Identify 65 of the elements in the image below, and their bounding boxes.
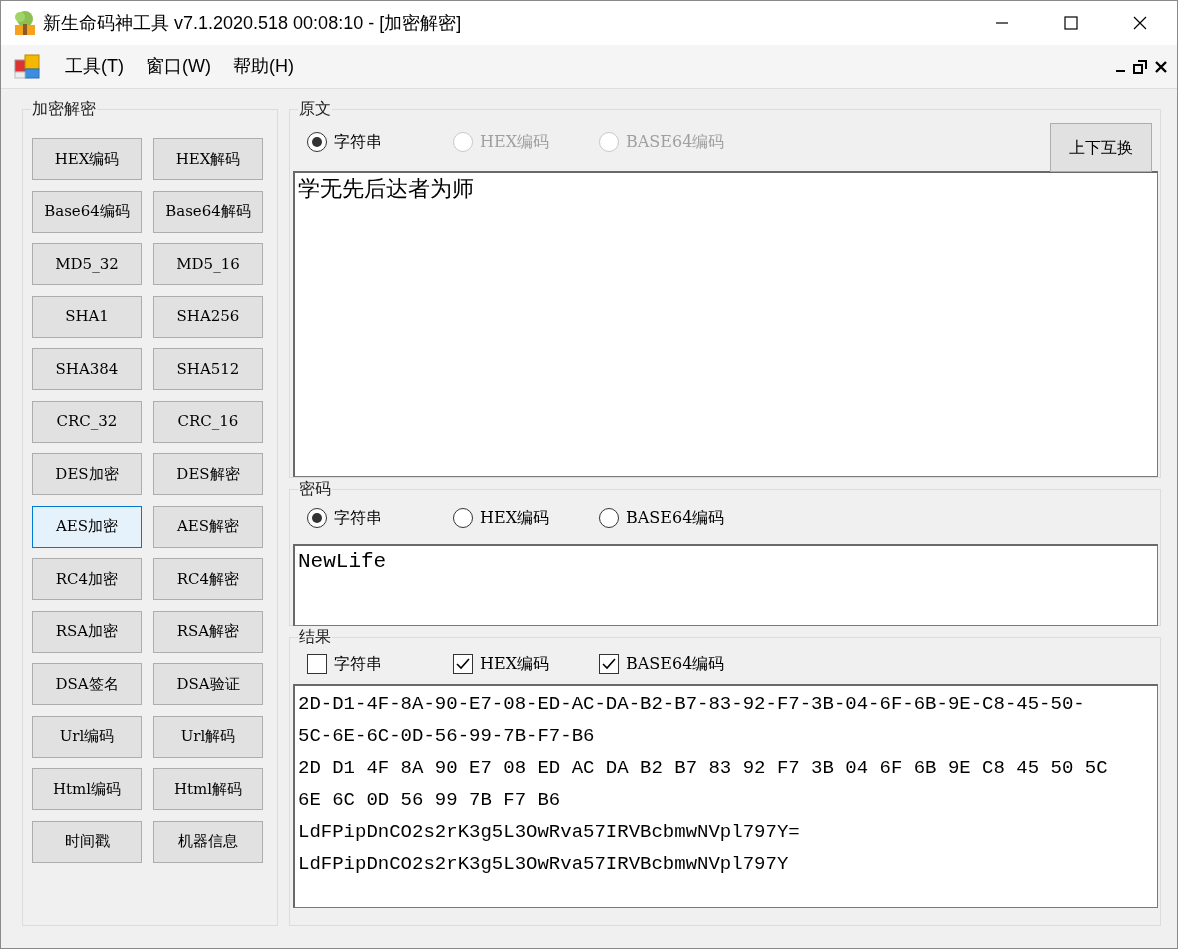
close-icon: [1155, 60, 1167, 73]
radio-label: HEX编码: [480, 131, 550, 153]
tool-button[interactable]: AES解密: [153, 505, 263, 548]
tool-button[interactable]: MD5_32: [32, 243, 142, 285]
tool-button[interactable]: AES加密: [32, 505, 142, 548]
window-title: 新生命码神工具 v7.1.2020.518 00:08:10 - [加密解密]: [43, 11, 462, 35]
tool-button[interactable]: MD5_16: [153, 243, 263, 285]
radio-label: HEX编码: [480, 507, 550, 529]
tool-button[interactable]: Base64编码: [32, 190, 142, 233]
group-title: 密码: [298, 479, 332, 499]
maximize-icon: [1064, 16, 1078, 30]
checkbox-label: BASE64编码: [626, 653, 725, 675]
tool-button[interactable]: 机器信息: [153, 820, 263, 863]
tool-button[interactable]: DSA签名: [32, 663, 142, 705]
radio-button[interactable]: [307, 132, 327, 152]
tool-button[interactable]: Html编码: [32, 768, 142, 810]
tool-button[interactable]: 时间戳: [32, 820, 142, 863]
group-title: 加密解密: [31, 99, 97, 119]
checkbox[interactable]: [453, 654, 473, 674]
radio-label: 字符串: [334, 131, 382, 153]
tool-button[interactable]: DSA验证: [153, 663, 263, 705]
menu-item[interactable]: 帮助(H): [221, 53, 305, 80]
tool-button[interactable]: RC4加密: [32, 558, 142, 600]
radio-label: 字符串: [334, 507, 382, 529]
tool-button[interactable]: SHA256: [153, 295, 263, 338]
tool-button[interactable]: Base64解码: [153, 190, 263, 233]
tool-button[interactable]: Url编码: [32, 715, 142, 758]
tool-button[interactable]: SHA1: [32, 295, 142, 338]
checkbox-label: HEX编码: [480, 653, 550, 675]
menu-item[interactable]: 窗口(W): [135, 53, 222, 80]
tool-button[interactable]: SHA384: [32, 348, 142, 390]
source-text-field[interactable]: 学无先后达者为师: [293, 171, 1158, 477]
password-field[interactable]: NewLife: [293, 544, 1158, 626]
app-icon: [14, 52, 42, 81]
check-icon: [456, 658, 470, 670]
tool-button[interactable]: SHA512: [153, 348, 263, 390]
radio-label: BASE64编码: [626, 507, 725, 529]
checkbox-label: 字符串: [334, 653, 382, 675]
tool-button[interactable]: HEX编码: [32, 138, 142, 180]
tool-button[interactable]: Html解码: [153, 768, 263, 810]
radio-button[interactable]: [307, 508, 327, 528]
radio-button[interactable]: [453, 508, 473, 528]
tool-button[interactable]: CRC_16: [153, 400, 263, 443]
minimize-icon: [1116, 69, 1125, 72]
tool-button[interactable]: RSA解密: [153, 610, 263, 653]
radio-label: BASE64编码: [626, 131, 725, 153]
restore-icon: [1133, 59, 1147, 74]
tool-button[interactable]: RC4解密: [153, 558, 263, 600]
radio-button[interactable]: [599, 508, 619, 528]
tool-button[interactable]: DES加密: [32, 453, 142, 495]
tool-button[interactable]: Url解码: [153, 715, 263, 758]
group-title: 结果: [298, 627, 332, 647]
result-text-field[interactable]: 2D-D1-4F-8A-90-E7-08-ED-AC-DA-B2-B7-83-92-F7-3B-04-6F-6B-9E-C8-45-50- 5C-6E-6C-0D-56-99-7B-F7-B6 2D D1 4F 8A 90 E7 08 ED AC DA B2 B7 83 92 F7 3B 04 6F 6B 9E C8 45 50 5C 6E 6C 0D 56 99 7B F7 B6 LdFPipDnCO2s2rK3g5L3OwRva57IRVBcbmwNVpl797Y= LdFPipDnCO2s2rK3g5L3OwRva57IRVBcbmwNVpl797Y: [293, 684, 1158, 908]
checkbox[interactable]: [307, 654, 327, 674]
tool-button[interactable]: DES解密: [153, 453, 263, 495]
tool-button[interactable]: RSA加密: [32, 610, 142, 653]
check-icon: [602, 658, 616, 670]
tool-button[interactable]: HEX解码: [153, 138, 263, 180]
tree-icon: [13, 10, 37, 36]
swap-button[interactable]: 上下互换: [1050, 123, 1152, 172]
group-title: 原文: [298, 99, 332, 119]
menu-item[interactable]: 工具(T): [54, 53, 135, 80]
checkbox[interactable]: [599, 654, 619, 674]
close-icon: [1133, 16, 1147, 30]
tool-button[interactable]: CRC_32: [32, 400, 142, 443]
